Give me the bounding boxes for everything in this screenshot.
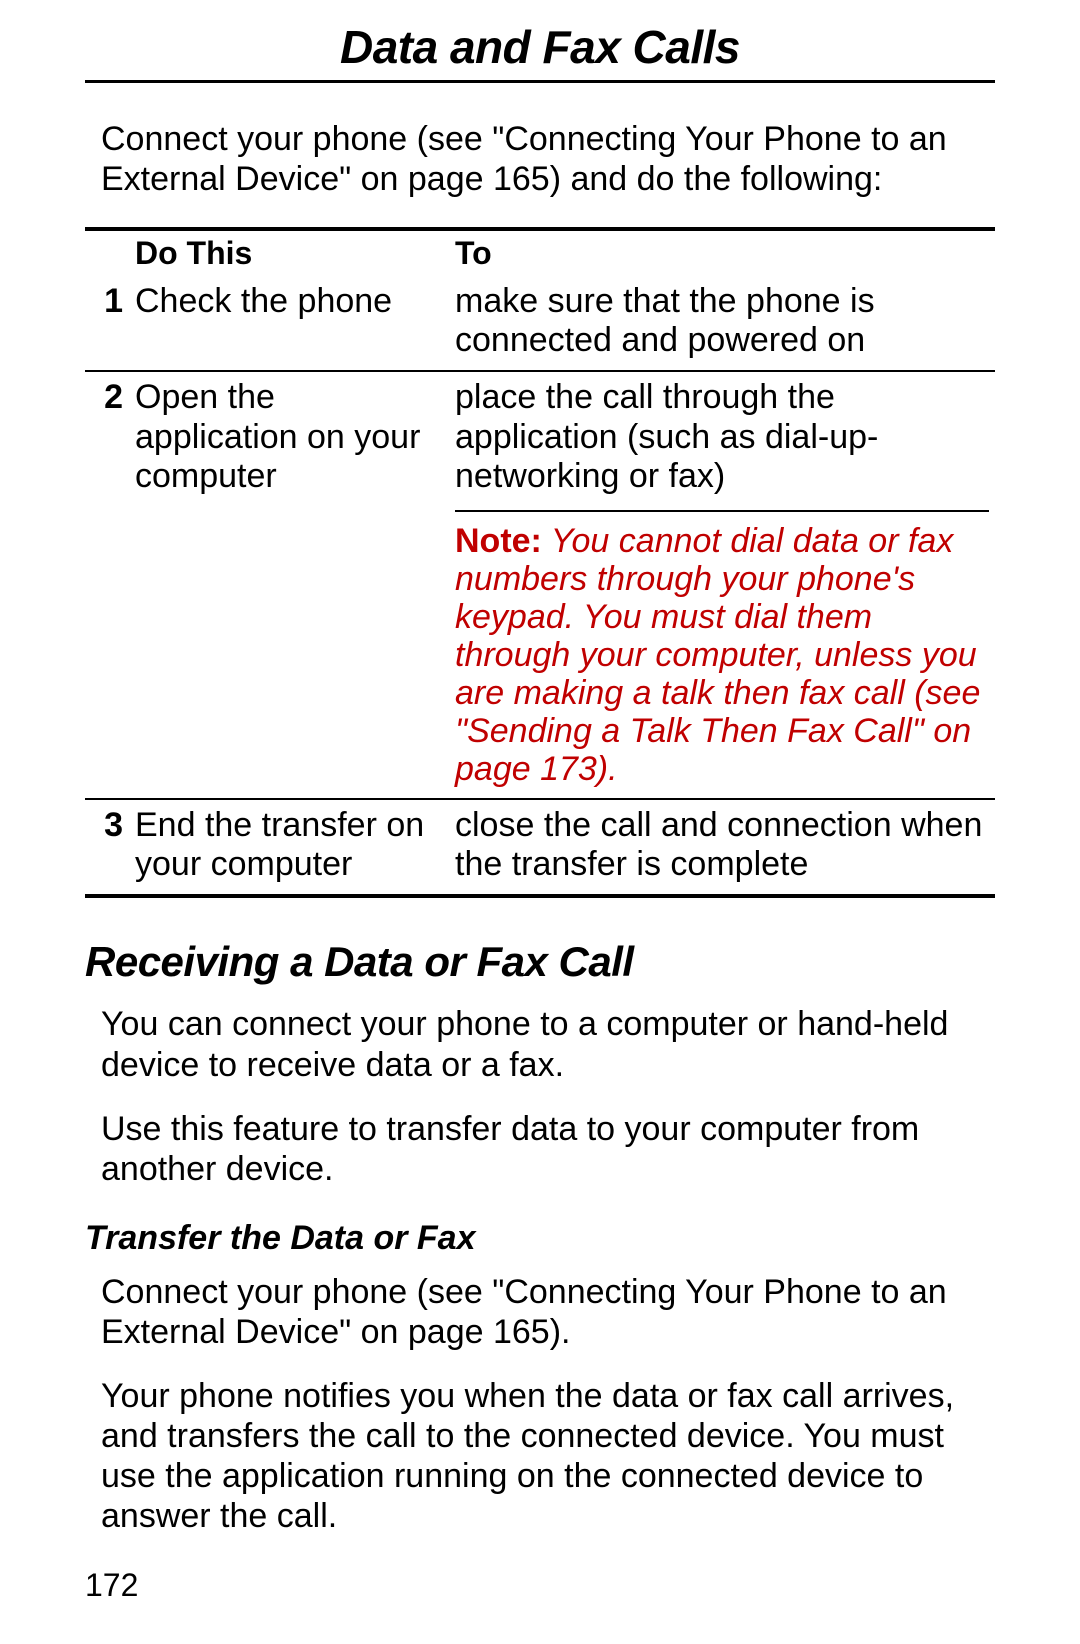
note-label: Note: (455, 522, 542, 560)
subsection-title-transfer: Transfer the Data or Fax (85, 1219, 995, 1258)
section3-p2: Your phone notifies you when the data or… (85, 1376, 995, 1536)
step-to: place the call through the application (… (455, 371, 995, 799)
col-num (85, 229, 135, 276)
page-number: 172 (85, 1567, 995, 1604)
col-to: To (455, 229, 995, 276)
page-header: Data and Fax Calls (85, 20, 995, 83)
table-row: 3 End the transfer on your computer clos… (85, 799, 995, 896)
step-do: End the transfer on your computer (135, 799, 455, 896)
step-number: 1 (85, 276, 135, 371)
table-row: 1 Check the phone make sure that the pho… (85, 276, 995, 371)
col-do: Do This (135, 229, 455, 276)
section3-p1: Connect your phone (see "Connecting Your… (85, 1272, 995, 1352)
step-number: 2 (85, 371, 135, 799)
note-text: You cannot dial data or fax numbers thro… (455, 522, 980, 788)
intro-text: Connect your phone (see "Connecting Your… (85, 119, 995, 199)
section-title-receiving: Receiving a Data or Fax Call (85, 938, 995, 986)
note: Note: You cannot dial data or fax number… (455, 510, 989, 789)
table-row: 2 Open the application on your computer … (85, 371, 995, 799)
step-number: 3 (85, 799, 135, 896)
section2-p2: Use this feature to transfer data to you… (85, 1109, 995, 1189)
step-do: Check the phone (135, 276, 455, 371)
section2-p1: You can connect your phone to a computer… (85, 1004, 995, 1084)
steps-table: Do This To 1 Check the phone make sure t… (85, 227, 995, 898)
step-do: Open the application on your computer (135, 371, 455, 799)
step-to-text: place the call through the application (… (455, 378, 878, 494)
step-to: make sure that the phone is connected an… (455, 276, 995, 371)
step-to: close the call and connection when the t… (455, 799, 995, 896)
